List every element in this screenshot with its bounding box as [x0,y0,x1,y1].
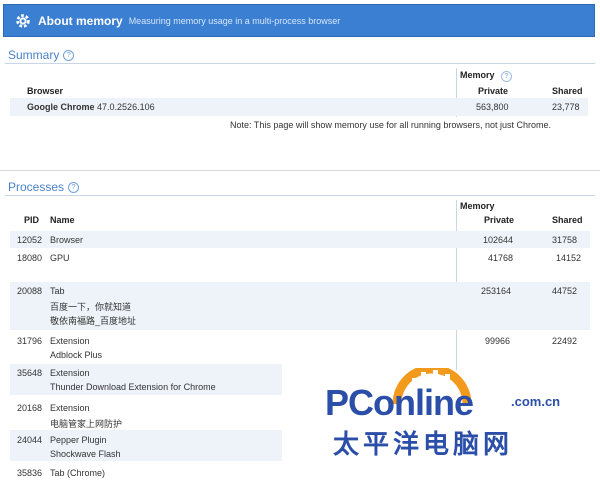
page-subtitle: Measuring memory usage in a multi-proces… [128,15,341,26]
col-shared: Shared [552,215,583,225]
watermark-domain: .com.cn [511,394,561,409]
row-pid: 20168 [17,403,43,413]
row-name: Tab [50,286,65,296]
row-detail: 敬依南福路_百度地址 [50,316,137,326]
browser-name: Google Chrome 47.0.2526.106 [27,102,155,112]
processes-memory-label: Memory [460,201,495,211]
col-private: Private [484,215,515,225]
row-shared: 22492 [552,336,578,346]
row-pid: 35836 [17,468,43,478]
section-separator [0,170,600,171]
summary-col-browser: Browser [27,86,64,96]
watermark-chinese: 太平洋电脑网 [333,429,514,459]
summary-note: Note: This page will show memory use for… [230,120,551,130]
browser-version: 47.0.2526.106 [97,102,155,112]
row-name: Extension [50,403,90,413]
row-name: Tab (Chrome) [50,468,106,478]
help-icon[interactable]: ? [68,181,80,193]
row-shared: 44752 [552,286,578,296]
gear-icon [16,13,30,28]
pconline-watermark: PConline .com.cn 太平洋电脑网 [325,368,590,468]
summary-shared-value: 23,778 [552,102,580,112]
row-pid: 18080 [17,253,43,263]
row-shared: 14152 [556,253,582,263]
help-icon[interactable]: ? [501,71,513,82]
processes-divider [5,195,595,196]
row-pid: 24044 [17,435,43,445]
row-private: 102644 [483,235,514,245]
row-name: Pepper Plugin [50,435,107,445]
page-header: About memory Measuring memory usage in a… [3,4,595,37]
row-private: 41768 [488,253,514,263]
row-pid: 31796 [17,336,43,346]
row-detail: Shockwave Flash [50,449,121,459]
row-detail: 电脑管家上网防护 [50,419,123,429]
col-pid: PID [24,215,40,225]
summary-col-private: Private [478,86,509,96]
watermark-brand: PConline [325,382,474,423]
summary-memory-text: Memory [460,70,495,80]
row-pid: 35648 [17,368,43,378]
page-title: About memory [38,13,123,28]
row-name: Extension [50,336,90,346]
browser-name-text: Google Chrome [27,102,95,112]
summary-private-value: 563,800 [476,102,509,112]
col-name: Name [50,215,75,225]
summary-memory-label: Memory ? [460,70,513,82]
row-name: Browser [50,235,84,245]
processes-title: Processes ? [8,180,80,194]
row-detail: Adblock Plus [50,350,103,360]
row-detail: 百度一下，你就知道 [50,302,132,312]
row-shared: 31758 [552,235,578,245]
help-icon[interactable]: ? [63,49,75,61]
row-pid: 20088 [17,286,43,296]
row-name: GPU [50,253,70,263]
row-name: Extension [50,368,90,378]
summary-col-shared: Shared [552,86,583,96]
row-private: 99966 [485,336,511,346]
row-detail: Thunder Download Extension for Chrome [50,382,216,392]
row-pid: 12052 [17,235,43,245]
processes-title-text: Processes [8,180,65,194]
summary-divider [5,63,595,64]
summary-title: Summary ? [8,48,75,62]
row-private: 253164 [481,286,512,296]
summary-title-text: Summary [8,48,60,62]
